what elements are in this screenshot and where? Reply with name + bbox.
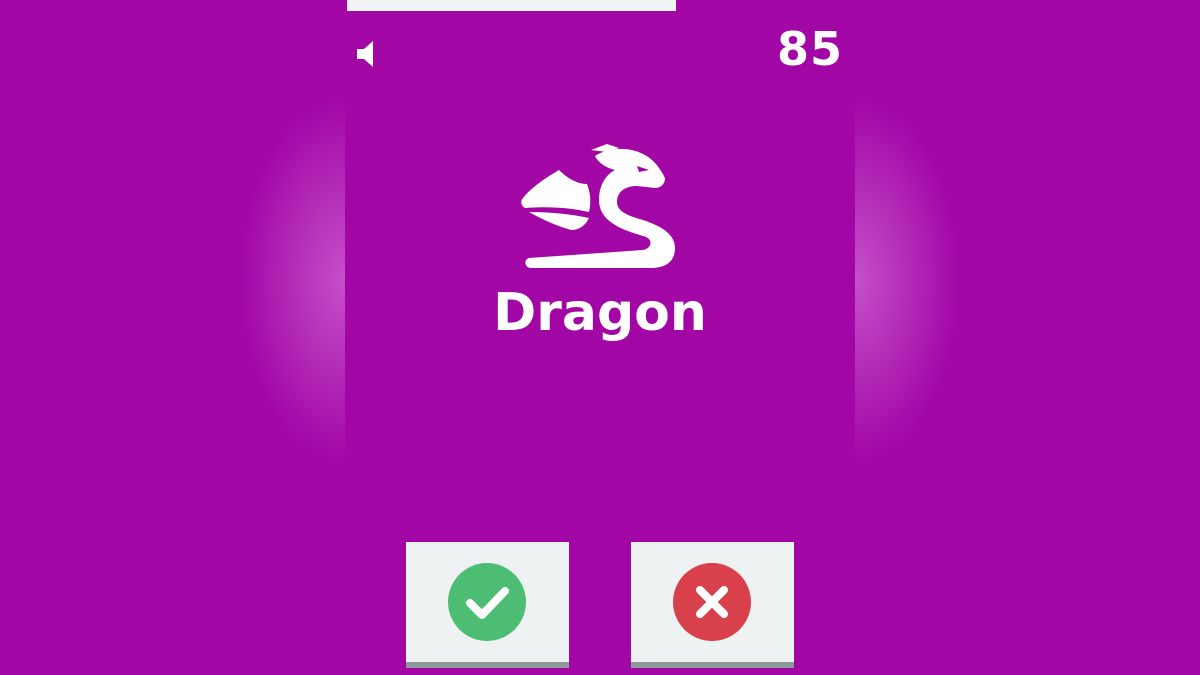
dragon-icon bbox=[521, 144, 675, 268]
card-word: Dragon bbox=[493, 283, 707, 343]
wrong-circle bbox=[673, 563, 751, 641]
checkmark-icon bbox=[466, 587, 509, 619]
correct-button[interactable] bbox=[406, 542, 569, 668]
top-progress-bar bbox=[347, 0, 676, 11]
score-counter: 85 bbox=[776, 22, 843, 76]
correct-circle bbox=[448, 563, 526, 641]
speaker-icon bbox=[357, 41, 373, 67]
sound-toggle-button[interactable] bbox=[353, 38, 383, 70]
x-icon bbox=[696, 586, 728, 618]
game-screen: 85 Dragon bbox=[345, 0, 855, 675]
wrong-button[interactable] bbox=[631, 542, 794, 668]
